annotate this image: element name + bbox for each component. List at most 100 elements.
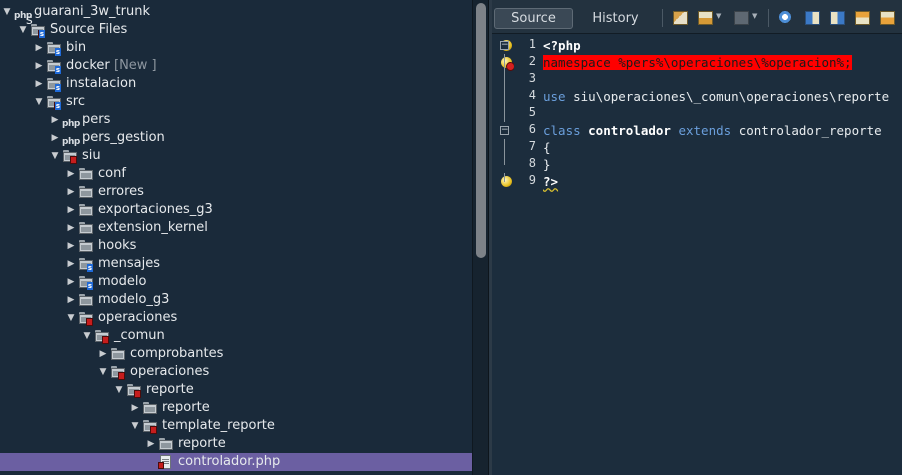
tree-item[interactable]: ▼ operaciones bbox=[0, 309, 472, 327]
tree-item-label: comprobantes bbox=[130, 346, 224, 361]
error-hint-icon[interactable] bbox=[501, 57, 515, 71]
code-line[interactable]: <?php bbox=[543, 37, 581, 54]
expand-arrow-icon[interactable]: ▶ bbox=[34, 39, 44, 57]
expand-arrow-icon[interactable]: ▶ bbox=[98, 345, 108, 363]
find-next-icon[interactable] bbox=[830, 11, 845, 25]
collapse-arrow-icon[interactable]: ▼ bbox=[2, 3, 12, 21]
find-previous-icon[interactable] bbox=[805, 11, 820, 25]
collapse-arrow-icon[interactable]: ▼ bbox=[82, 327, 92, 345]
collapse-arrow-icon[interactable]: ▼ bbox=[98, 363, 108, 381]
code-line[interactable]: { bbox=[543, 139, 551, 156]
fold-toggle-icon[interactable]: − bbox=[500, 41, 509, 50]
editor-toolbar: Source History ▼ ▼ bbox=[492, 0, 902, 34]
toggle-highlight-icon[interactable] bbox=[855, 11, 870, 25]
back-icon[interactable] bbox=[698, 11, 713, 25]
collapse-arrow-icon[interactable]: ▼ bbox=[130, 417, 140, 435]
tree-item[interactable]: ▼ _comun bbox=[0, 327, 472, 345]
tree-item[interactable]: ▶ s bin bbox=[0, 39, 472, 57]
folder-source-icon: s bbox=[78, 256, 94, 272]
php-file-error-icon bbox=[158, 454, 174, 470]
tree-item[interactable]: ▶ php pers bbox=[0, 111, 472, 129]
collapse-arrow-icon[interactable]: ▼ bbox=[34, 93, 44, 111]
tree-item-label: _comun bbox=[114, 328, 165, 343]
tree-item[interactable]: ▶ reporte bbox=[0, 435, 472, 453]
expand-arrow-icon[interactable]: ▶ bbox=[66, 291, 76, 309]
expand-arrow-icon[interactable]: ▶ bbox=[146, 435, 156, 453]
history-tab-button[interactable]: History bbox=[579, 8, 652, 29]
tree-item-label: mensajes bbox=[98, 256, 161, 271]
tree-item[interactable]: ▼ operaciones bbox=[0, 363, 472, 381]
source-tab-button[interactable]: Source bbox=[494, 8, 573, 29]
tree-item-label: hooks bbox=[98, 238, 137, 253]
toggle-rect-selection-icon[interactable] bbox=[880, 11, 895, 25]
tree-item[interactable]: ▶ extension_kernel bbox=[0, 219, 472, 237]
tree-item[interactable]: ▶ reporte bbox=[0, 399, 472, 417]
tree-item[interactable]: ▶ hooks bbox=[0, 237, 472, 255]
hint-bulb-icon[interactable] bbox=[501, 176, 512, 187]
tree-item[interactable]: ▶ modelo_g3 bbox=[0, 291, 472, 309]
tree-item-label: reporte bbox=[146, 382, 194, 397]
expand-arrow-icon[interactable]: ▶ bbox=[50, 129, 60, 147]
tree-item[interactable]: ▼ s src bbox=[0, 93, 472, 111]
fold-toggle-icon[interactable]: − bbox=[500, 126, 509, 135]
tree-item[interactable]: ▶ exportaciones_g3 bbox=[0, 201, 472, 219]
collapse-arrow-icon[interactable]: ▼ bbox=[50, 147, 60, 165]
tree-item-label: docker bbox=[66, 58, 110, 73]
folder-error-icon bbox=[126, 382, 142, 398]
code-token: siu\operaciones\_comun\operaciones\repor… bbox=[573, 89, 890, 104]
folder-source-icon: s bbox=[78, 274, 94, 290]
expand-arrow-icon[interactable]: ▶ bbox=[66, 273, 76, 291]
code-line[interactable]: } bbox=[543, 156, 551, 173]
project-tree: ▼ php s guarani_3w_trunk ▼ s Source Files ▶ s bin… bbox=[0, 0, 472, 475]
editor-gutter bbox=[492, 34, 515, 475]
tree-scrollbar[interactable] bbox=[472, 0, 488, 475]
code-line[interactable]: namespace %pers%\operaciones\%operacion%… bbox=[543, 54, 852, 71]
tree-item[interactable]: ▶ s modelo bbox=[0, 273, 472, 291]
tree-item[interactable]: ▶ comprobantes bbox=[0, 345, 472, 363]
tree-item[interactable]: ▼ template_reporte bbox=[0, 417, 472, 435]
expand-arrow-icon[interactable]: ▶ bbox=[66, 237, 76, 255]
collapse-arrow-icon[interactable]: ▼ bbox=[114, 381, 124, 399]
tree-item-selected[interactable]: controlador.php bbox=[0, 453, 472, 471]
expand-arrow-icon[interactable]: ▶ bbox=[66, 255, 76, 273]
expand-arrow-icon[interactable]: ▶ bbox=[34, 75, 44, 93]
tree-item[interactable]: ▼ siu bbox=[0, 147, 472, 165]
find-icon[interactable] bbox=[779, 11, 794, 25]
tree-item[interactable]: ▼ php s guarani_3w_trunk bbox=[0, 3, 472, 28]
code-line[interactable]: use siu\operaciones\_comun\operaciones\r… bbox=[543, 88, 889, 105]
tree-scrollbar-thumb[interactable] bbox=[476, 3, 486, 258]
code-area[interactable]: <?php namespace %pers%\operaciones\%opera… bbox=[543, 34, 902, 475]
collapse-arrow-icon[interactable]: ▼ bbox=[18, 21, 28, 39]
expand-arrow-icon[interactable]: ▶ bbox=[66, 201, 76, 219]
tree-item[interactable]: ▶ s instalacion bbox=[0, 75, 472, 93]
code-line[interactable]: class controlador extends controlador_re… bbox=[543, 122, 882, 139]
folder-error-icon bbox=[94, 328, 110, 344]
forward-icon[interactable] bbox=[734, 11, 749, 25]
last-edit-icon[interactable] bbox=[673, 11, 688, 25]
folder-icon: s bbox=[46, 76, 62, 92]
tree-item[interactable]: ▼ reporte bbox=[0, 381, 472, 399]
folder-icon bbox=[158, 436, 174, 452]
expand-arrow-icon[interactable]: ▶ bbox=[66, 219, 76, 237]
code-token: extends bbox=[670, 123, 739, 138]
code-line[interactable]: ?> bbox=[543, 173, 558, 190]
tree-item[interactable]: ▶ conf bbox=[0, 165, 472, 183]
expand-arrow-icon[interactable]: ▶ bbox=[50, 111, 60, 129]
tree-item[interactable]: ▶ s docker [New ] bbox=[0, 57, 472, 75]
tree-item[interactable]: ▶ errores bbox=[0, 183, 472, 201]
back-dropdown-icon[interactable]: ▼ bbox=[716, 12, 721, 20]
folder-icon: s bbox=[46, 40, 62, 56]
fold-guide bbox=[504, 105, 505, 122]
code-token: use bbox=[543, 89, 574, 104]
tree-item[interactable]: ▶ s mensajes bbox=[0, 255, 472, 273]
code-token: namespace %pers%\operaciones\%operacion%… bbox=[543, 55, 852, 70]
collapse-arrow-icon[interactable]: ▼ bbox=[66, 309, 76, 327]
tree-item[interactable]: ▶ php pers_gestion bbox=[0, 129, 472, 147]
expand-arrow-icon[interactable]: ▶ bbox=[34, 57, 44, 75]
tree-item[interactable]: ▼ s Source Files bbox=[0, 21, 472, 39]
expand-arrow-icon[interactable]: ▶ bbox=[66, 183, 76, 201]
tree-item-label: controlador.php bbox=[178, 454, 281, 469]
expand-arrow-icon[interactable]: ▶ bbox=[130, 399, 140, 417]
expand-arrow-icon[interactable]: ▶ bbox=[66, 165, 76, 183]
forward-dropdown-icon[interactable]: ▼ bbox=[752, 12, 757, 20]
